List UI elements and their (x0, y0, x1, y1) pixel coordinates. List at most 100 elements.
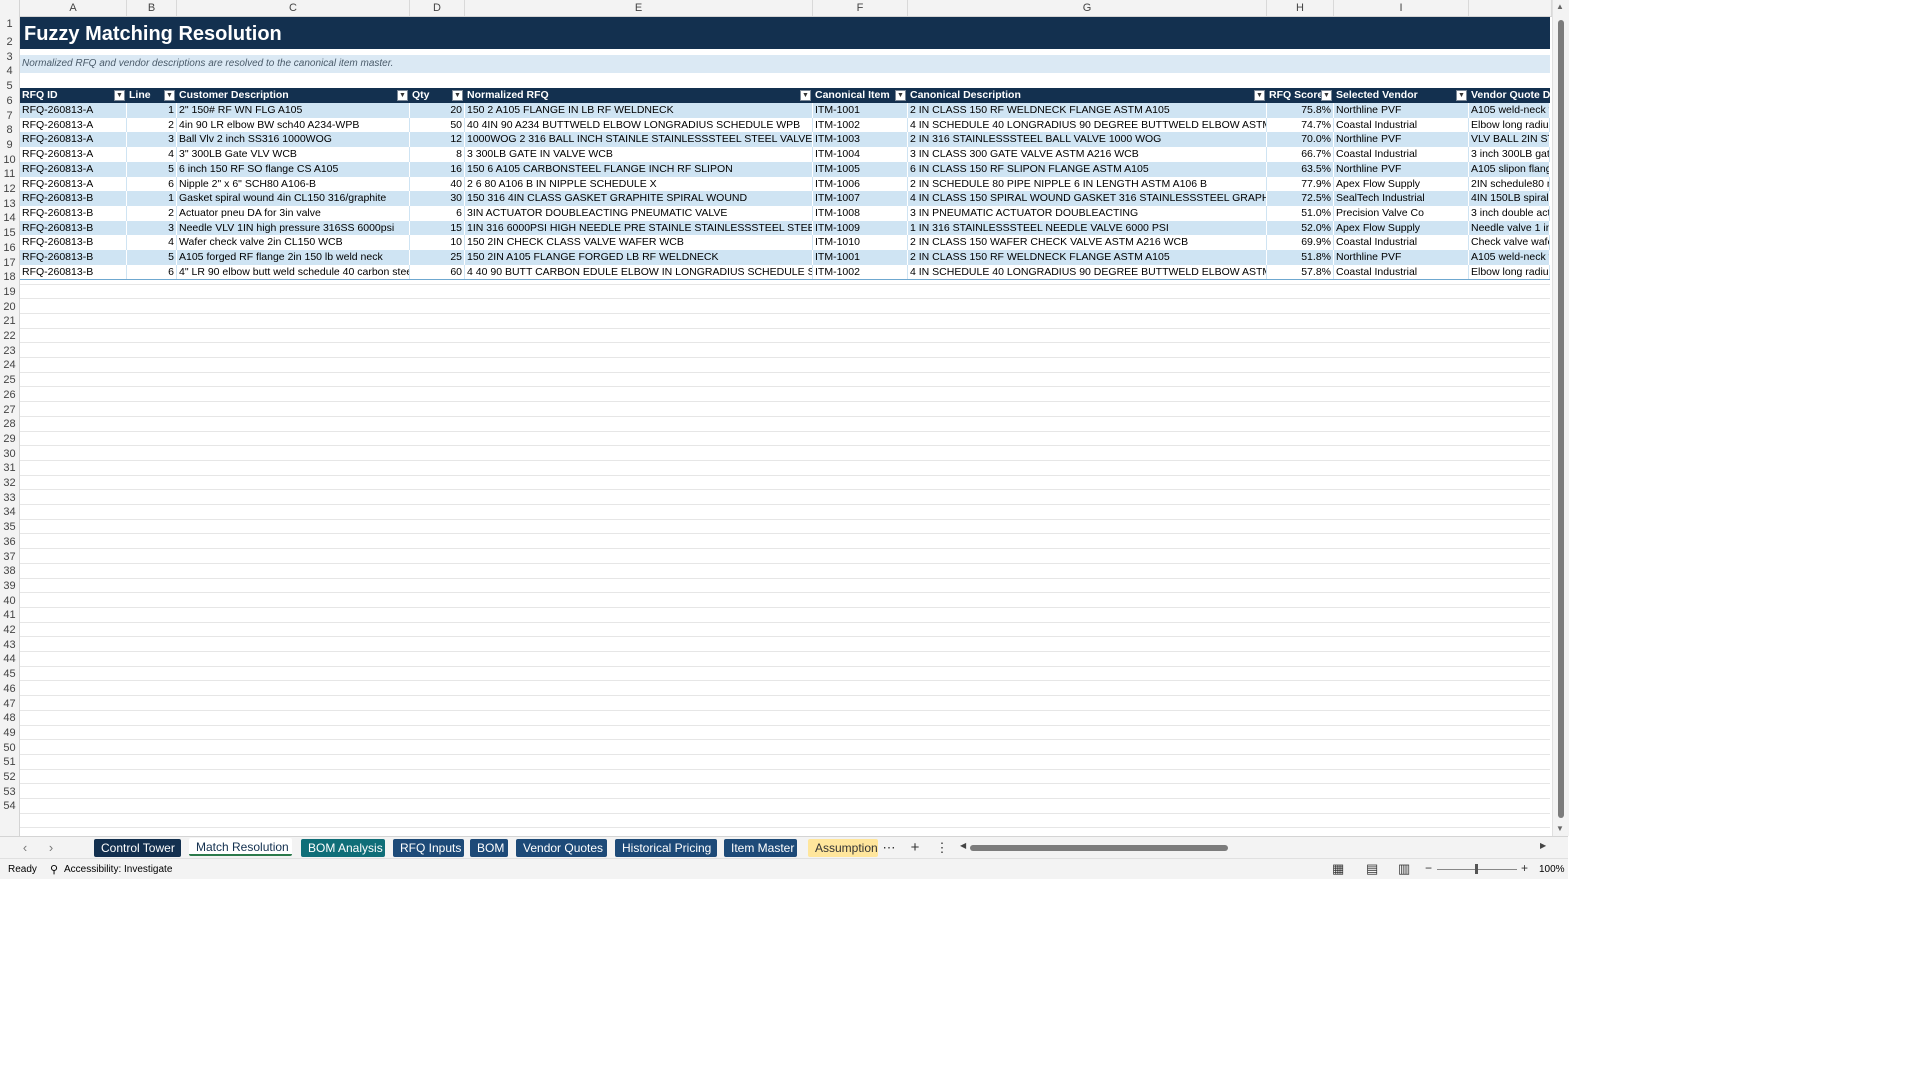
filter-dropdown-icon[interactable]: ▼ (452, 90, 463, 101)
cell-selected-vendor[interactable]: Northline PVF (1334, 161, 1469, 177)
cell-qty[interactable]: 16 (410, 161, 465, 177)
cell-qty[interactable]: 15 (410, 220, 465, 236)
cell-rfq-score[interactable]: 66.7% (1267, 147, 1334, 163)
cell-selected-vendor[interactable]: Precision Valve Co (1334, 205, 1469, 221)
column-header-j[interactable] (1469, 0, 1552, 16)
cell-rfq-score[interactable]: 69.9% (1267, 235, 1334, 251)
row-header-36[interactable]: 36 (0, 536, 19, 548)
cell-canonical-description[interactable]: 2 IN CLASS 150 RF WELDNECK FLANGE ASTM A… (908, 250, 1267, 265)
row-header-17[interactable]: 17 (0, 257, 19, 269)
column-header-d[interactable]: D (410, 0, 465, 16)
sheet-tab-bom[interactable]: BOM (470, 839, 508, 857)
cell-rfq-score[interactable]: 70.0% (1267, 132, 1334, 148)
cell-vendor-quote-description[interactable]: Needle valve 1 in (1469, 220, 1550, 236)
header-customer-description[interactable]: Customer Description ▼ (177, 88, 410, 103)
cell-vendor-quote-description[interactable]: 3 inch double act (1469, 205, 1550, 221)
row-header-54[interactable]: 54 (0, 800, 19, 812)
cell-selected-vendor[interactable]: Coastal Industrial (1334, 117, 1469, 133)
cell-canonical-item[interactable]: ITM-1004 (813, 147, 908, 163)
scroll-left-icon[interactable]: ◀ (960, 841, 966, 850)
row-header-22[interactable]: 22 (0, 330, 19, 342)
cell-rfq-id[interactable]: RFQ-260813-B (20, 205, 127, 221)
row-header-41[interactable]: 41 (0, 609, 19, 621)
cell-canonical-item[interactable]: ITM-1002 (813, 117, 908, 133)
cell-canonical-item[interactable]: ITM-1001 (813, 103, 908, 118)
cell-vendor-quote-description[interactable]: VLV BALL 2IN STA (1469, 132, 1550, 148)
cell-selected-vendor[interactable]: Coastal Industrial (1334, 147, 1469, 163)
cell-line[interactable]: 2 (127, 205, 177, 221)
row-header-16[interactable]: 16 (0, 242, 19, 254)
row-header-4[interactable]: 4 (0, 65, 19, 77)
header-canonical-item[interactable]: Canonical Item ▼ (813, 88, 908, 103)
cell-normalized-rfq[interactable]: 1IN 316 6000PSI HIGH NEEDLE PRE STAINLE … (465, 220, 813, 236)
cell-canonical-description[interactable]: 3 IN PNEUMATIC ACTUATOR DOUBLEACTING (908, 205, 1267, 221)
row-header-2[interactable]: 2 (0, 36, 19, 48)
row-header-15[interactable]: 15 (0, 227, 19, 239)
cell-customer-description[interactable]: A105 forged RF flange 2in 150 lb weld ne… (177, 250, 410, 265)
cell-selected-vendor[interactable]: Apex Flow Supply (1334, 176, 1469, 192)
page-break-view-icon[interactable]: ▥ (1398, 861, 1410, 877)
cell-normalized-rfq[interactable]: 1000WOG 2 316 BALL INCH STAINLE STAINLES… (465, 132, 813, 148)
cell-qty[interactable]: 6 (410, 205, 465, 221)
cell-customer-description[interactable]: Wafer check valve 2in CL150 WCB (177, 235, 410, 251)
cell-customer-description[interactable]: Nipple 2" x 6" SCH80 A106-B (177, 176, 410, 192)
row-header-23[interactable]: 23 (0, 345, 19, 357)
cell-line[interactable]: 4 (127, 235, 177, 251)
row-header-8[interactable]: 8 (0, 124, 19, 136)
cell-canonical-description[interactable]: 4 IN SCHEDULE 40 LONGRADIUS 90 DEGREE BU… (908, 117, 1267, 133)
cell-vendor-quote-description[interactable]: A105 slipon flang (1469, 161, 1550, 177)
cell-qty[interactable]: 50 (410, 117, 465, 133)
cell-vendor-quote-description[interactable]: 3 inch 300LB gate (1469, 147, 1550, 163)
row-header-11[interactable]: 11 (0, 168, 19, 180)
row-header-13[interactable]: 13 (0, 198, 19, 210)
row-header-27[interactable]: 27 (0, 404, 19, 416)
row-header-31[interactable]: 31 (0, 462, 19, 474)
cell-rfq-id[interactable]: RFQ-260813-B (20, 191, 127, 207)
cell-rfq-score[interactable]: 63.5% (1267, 161, 1334, 177)
header-selected-vendor[interactable]: Selected Vendor ▼ (1334, 88, 1469, 103)
cell-rfq-id[interactable]: RFQ-260813-A (20, 176, 127, 192)
cell-vendor-quote-description[interactable]: A105 weld-neck f (1469, 103, 1550, 118)
row-header-35[interactable]: 35 (0, 521, 19, 533)
row-header-12[interactable]: 12 (0, 183, 19, 195)
row-header-38[interactable]: 38 (0, 565, 19, 577)
vertical-scroll-thumb[interactable] (1558, 20, 1564, 818)
row-header-32[interactable]: 32 (0, 477, 19, 489)
sheet-tab-match-resolution[interactable]: Match Resolution (189, 838, 292, 856)
cell-selected-vendor[interactable]: Coastal Industrial (1334, 235, 1469, 251)
column-header-g[interactable]: G (908, 0, 1267, 16)
cell-selected-vendor[interactable]: Coastal Industrial (1334, 264, 1469, 280)
column-header-b[interactable]: B (127, 0, 177, 16)
cell-canonical-item[interactable]: ITM-1003 (813, 132, 908, 148)
row-header-48[interactable]: 48 (0, 712, 19, 724)
cell-line[interactable]: 3 (127, 220, 177, 236)
cell-normalized-rfq[interactable]: 150 316 4IN CLASS GASKET GRAPHITE SPIRAL… (465, 191, 813, 207)
cell-rfq-score[interactable]: 72.5% (1267, 191, 1334, 207)
row-header-45[interactable]: 45 (0, 668, 19, 680)
row-header-52[interactable]: 52 (0, 771, 19, 783)
filter-dropdown-icon[interactable]: ▼ (1456, 90, 1467, 101)
cell-line[interactable]: 6 (127, 264, 177, 280)
column-header-i[interactable]: I (1334, 0, 1469, 16)
cell-normalized-rfq[interactable]: 3 300LB GATE IN VALVE WCB (465, 147, 813, 163)
row-header-53[interactable]: 53 (0, 786, 19, 798)
cell-canonical-item[interactable]: ITM-1008 (813, 205, 908, 221)
sheet-tab-bom-analysis[interactable]: BOM Analysis (301, 839, 385, 857)
cell-canonical-description[interactable]: 3 IN CLASS 300 GATE VALVE ASTM A216 WCB (908, 147, 1267, 163)
cell-normalized-rfq[interactable]: 150 2IN CHECK CLASS VALVE WAFER WCB (465, 235, 813, 251)
cell-canonical-description[interactable]: 4 IN CLASS 150 SPIRAL WOUND GASKET 316 S… (908, 191, 1267, 207)
column-header-a[interactable]: A (20, 0, 127, 16)
row-header-37[interactable]: 37 (0, 551, 19, 563)
row-header-29[interactable]: 29 (0, 433, 19, 445)
row-header-47[interactable]: 47 (0, 698, 19, 710)
cell-rfq-score[interactable]: 51.8% (1267, 250, 1334, 265)
row-header-51[interactable]: 51 (0, 756, 19, 768)
filter-dropdown-icon[interactable]: ▼ (397, 90, 408, 101)
cell-line[interactable]: 5 (127, 250, 177, 265)
cell-qty[interactable]: 30 (410, 191, 465, 207)
zoom-level[interactable]: 100% (1539, 864, 1565, 875)
cell-rfq-id[interactable]: RFQ-260813-A (20, 147, 127, 163)
prev-sheet-icon[interactable]: ‹ (17, 839, 33, 857)
cell-rfq-score[interactable]: 52.0% (1267, 220, 1334, 236)
cell-rfq-id[interactable]: RFQ-260813-B (20, 264, 127, 280)
